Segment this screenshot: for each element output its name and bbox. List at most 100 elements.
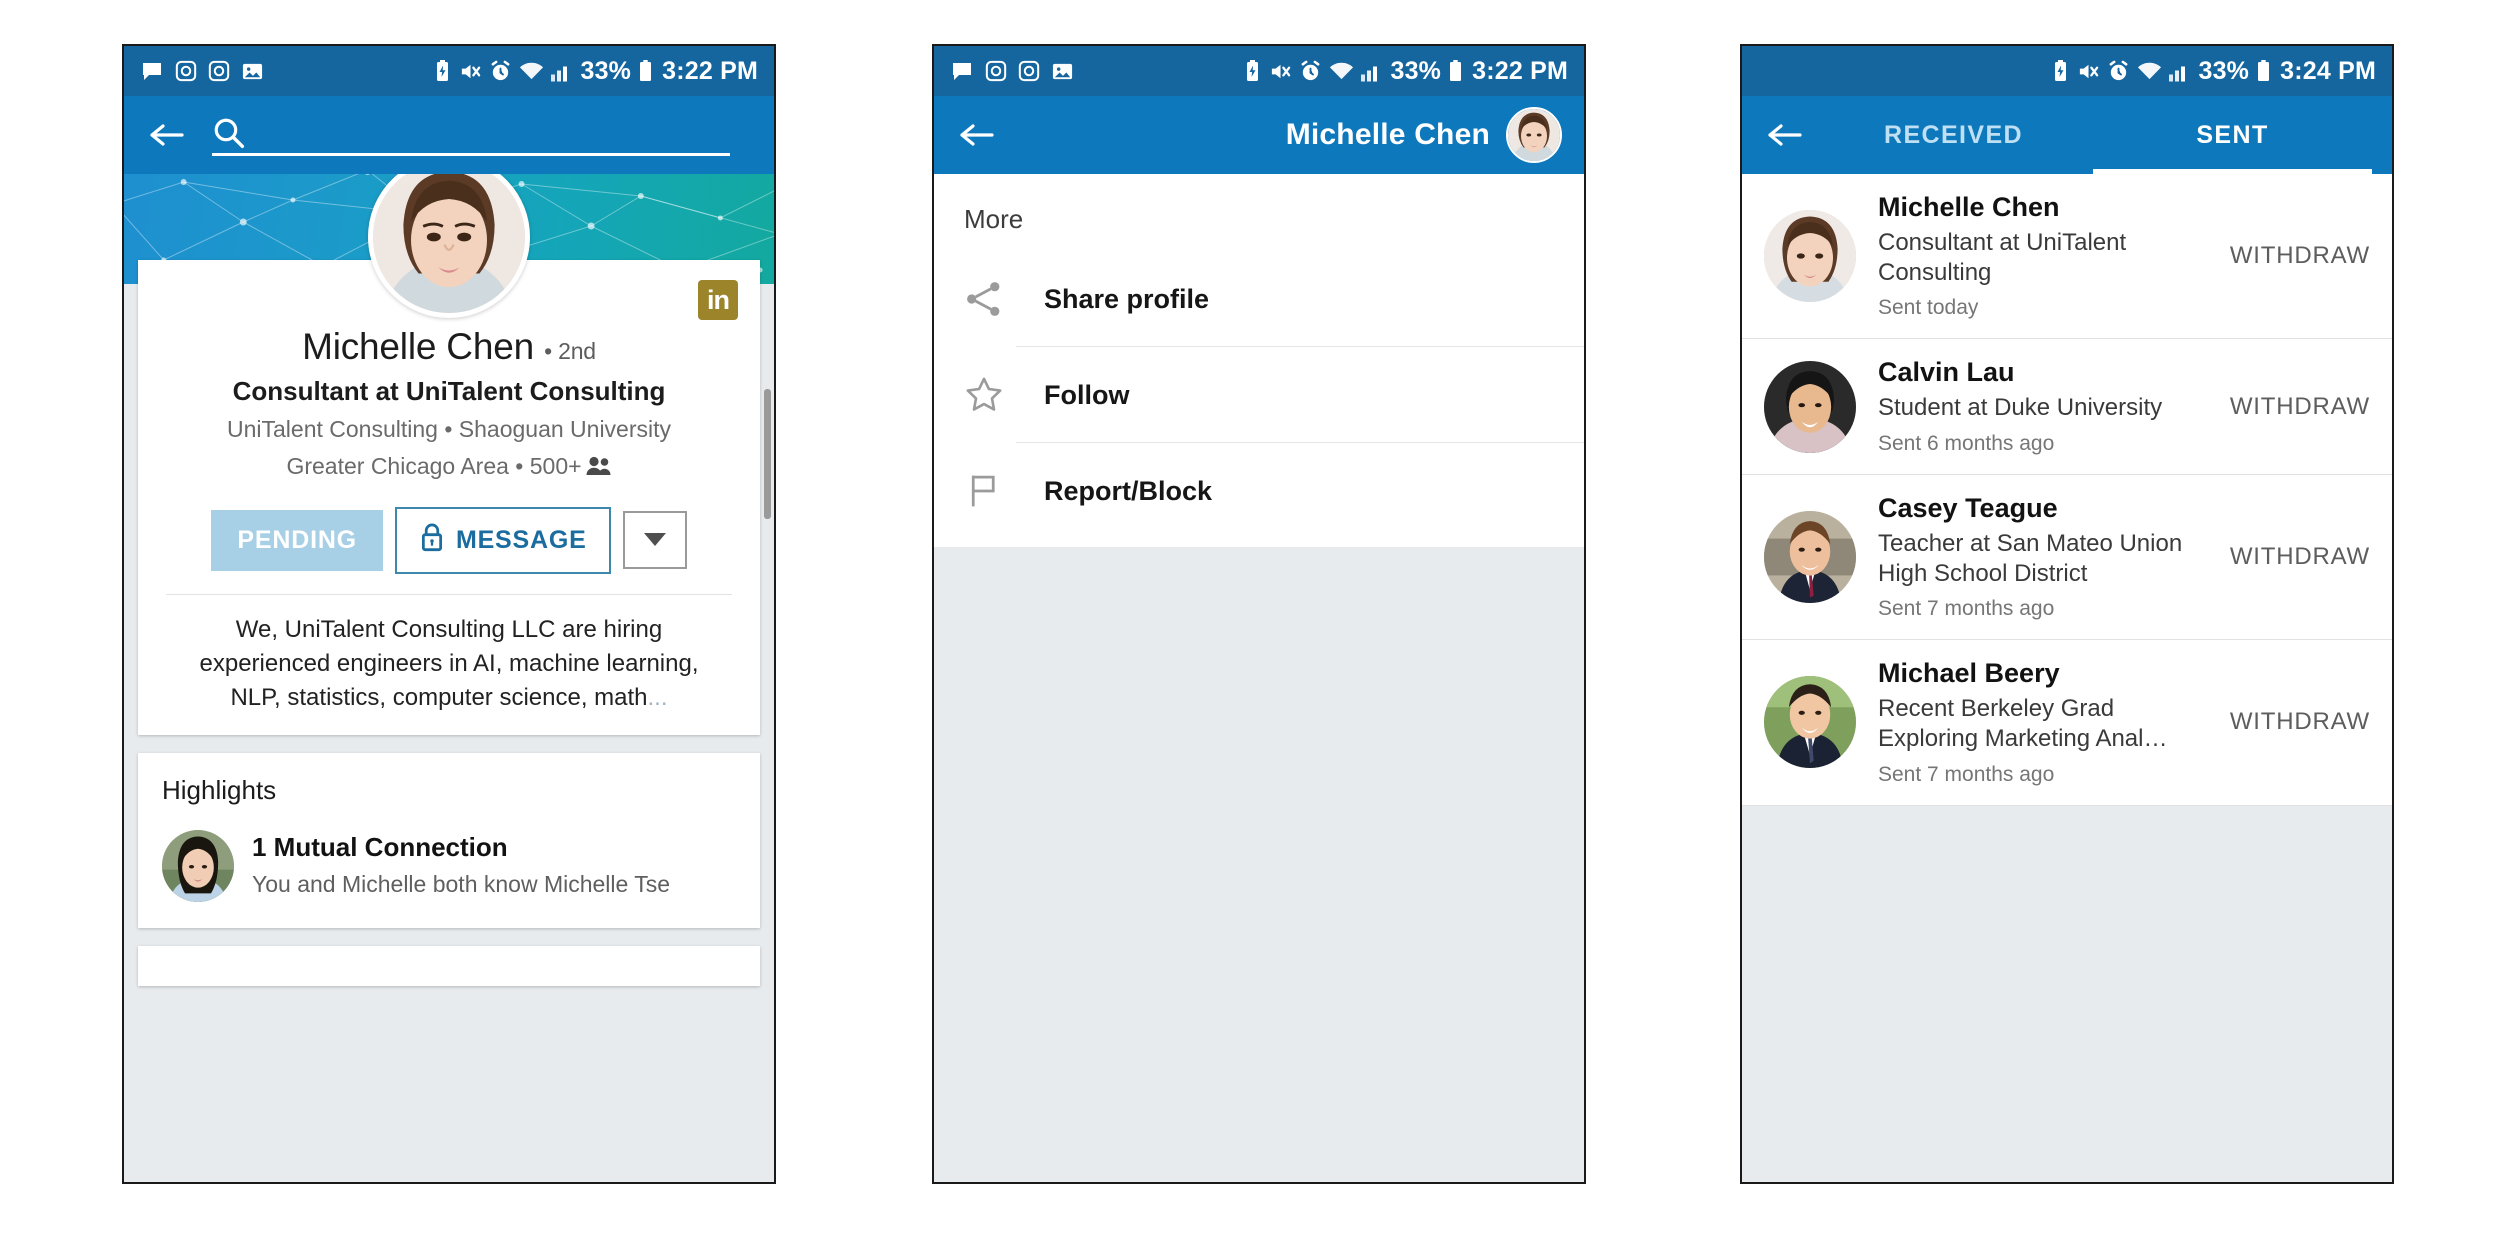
profile-headline: Consultant at UniTalent Consulting <box>232 376 666 406</box>
search-underline <box>212 153 730 156</box>
clock: 3:22 PM <box>662 56 758 85</box>
person-name: Casey Teague <box>1878 492 2058 523</box>
menu-item-label: Follow <box>1044 379 1130 410</box>
invitations-list: Michelle Chen Consultant at UniTalent Co… <box>1742 174 2392 1182</box>
app-bar-avatar[interactable] <box>1506 107 1562 163</box>
withdraw-button[interactable]: WITHDRAW <box>2208 393 2392 421</box>
camera-icon <box>985 60 1007 82</box>
person-name: Calvin Lau <box>1878 357 2015 388</box>
connection-degree: • 2nd <box>544 338 596 364</box>
mutual-connection-avatar <box>162 829 234 902</box>
person-name: Michelle Chen <box>1878 192 2060 222</box>
back-button[interactable] <box>144 112 190 158</box>
menu-item-report-block[interactable]: Report/Block <box>934 443 1584 539</box>
person-title: Recent Berkeley Grad Exploring Marketing… <box>1878 695 2168 753</box>
back-button[interactable] <box>1762 112 1808 158</box>
signal-icon <box>2169 61 2191 82</box>
avatar <box>1764 360 1856 453</box>
status-bar: 33% 3:22 PM <box>934 46 1584 96</box>
alarm-icon <box>2107 60 2130 83</box>
battery-icon <box>1448 59 1463 83</box>
mutual-connection-subtext: You and Michelle both know Michelle Tse <box>252 870 671 897</box>
highlights-card: Highlights 1 Mutual Connection You and M… <box>138 752 760 928</box>
people-icon <box>586 454 612 484</box>
highlights-title: Highlights <box>162 774 277 805</box>
photo-icon <box>241 60 264 83</box>
phone-screen-invitations: 33% 3:24 PM RECEIVED SENT Michelle Chen … <box>1740 44 2394 1184</box>
list-item[interactable]: Michael Beery Recent Berkeley Grad Explo… <box>1742 640 2392 806</box>
pending-button[interactable]: PENDING <box>211 509 383 571</box>
profile-scroll-area[interactable]: in Michelle Chen • 2nd Consultant at Uni… <box>124 174 774 1182</box>
tab-received[interactable]: RECEIVED <box>1814 96 2093 174</box>
app-bar-title: Michelle Chen <box>1285 118 1490 151</box>
status-bar-left-icons <box>140 59 264 83</box>
clock: 3:24 PM <box>2280 56 2376 85</box>
list-item[interactable]: Casey Teague Teacher at San Mateo Union … <box>1742 474 2392 641</box>
star-icon <box>964 375 1020 415</box>
message-button[interactable]: MESSAGE <box>394 506 611 574</box>
status-bar-right-icons: 33% 3:22 PM <box>1243 57 1568 86</box>
avatar <box>1764 510 1856 603</box>
alarm-icon <box>1299 60 1322 83</box>
battery-icon <box>2256 59 2271 83</box>
search-icon <box>212 116 246 155</box>
message-icon <box>140 59 164 83</box>
person-title: Teacher at San Mateo Union High School D… <box>1878 529 2183 587</box>
person-title: Consultant at UniTalent Consulting <box>1878 229 2127 287</box>
battery-saver-icon <box>1243 59 1262 83</box>
lock-icon <box>419 522 445 559</box>
withdraw-button[interactable]: WITHDRAW <box>2208 708 2392 736</box>
signal-icon <box>1361 61 1383 82</box>
clock: 3:22 PM <box>1472 56 1568 85</box>
withdraw-button[interactable]: WITHDRAW <box>2208 543 2392 571</box>
menu-item-label: Share profile <box>1044 283 1210 314</box>
vertical-scrollbar[interactable] <box>764 389 771 519</box>
share-icon <box>964 279 1020 319</box>
list-item[interactable]: Calvin Lau Student at Duke University Se… <box>1742 339 2392 475</box>
app-bar-tabs: RECEIVED SENT <box>1742 96 2392 174</box>
summary-more-ellipsis[interactable]: ... <box>648 684 668 711</box>
person-name: Michael Beery <box>1878 658 2060 689</box>
profile-location-connections: Greater Chicago Area • 500+ <box>138 451 760 484</box>
camera-icon <box>175 60 197 82</box>
tab-sent[interactable]: SENT <box>2093 96 2372 174</box>
battery-icon <box>638 59 653 83</box>
more-menu-body: More Share profile Follow Report/Block <box>934 174 1584 1182</box>
linkedin-badge-icon: in <box>698 280 738 320</box>
app-bar-search <box>124 96 774 174</box>
list-item-text: Calvin Lau Student at Duke University Se… <box>1878 357 2208 455</box>
mutual-connection-item[interactable]: 1 Mutual Connection You and Michelle bot… <box>162 829 736 902</box>
mute-icon <box>459 60 482 83</box>
wifi-icon <box>2137 60 2162 82</box>
chevron-down-icon <box>642 530 668 551</box>
next-section-card-partial <box>138 945 760 986</box>
menu-item-share-profile[interactable]: Share profile <box>934 251 1584 347</box>
sent-timestamp: Sent 7 months ago <box>1878 597 2055 621</box>
status-bar: 33% 3:22 PM <box>124 46 774 96</box>
menu-item-label: Report/Block <box>1044 475 1213 506</box>
wifi-icon <box>519 60 544 82</box>
avatar <box>1764 676 1856 769</box>
mute-icon <box>1269 60 1292 83</box>
profile-action-buttons: PENDING MESSAGE <box>138 506 760 574</box>
flag-icon <box>964 471 1020 511</box>
message-button-label: MESSAGE <box>455 525 587 554</box>
back-button[interactable] <box>954 112 1000 158</box>
list-item[interactable]: Michelle Chen Consultant at UniTalent Co… <box>1742 174 2392 340</box>
mutual-connection-text: 1 Mutual Connection You and Michelle bot… <box>252 830 670 899</box>
avatar <box>1764 210 1856 303</box>
battery-saver-icon <box>433 59 452 83</box>
sent-timestamp: Sent 6 months ago <box>1878 431 2055 455</box>
more-actions-button[interactable] <box>622 511 687 570</box>
status-bar: 33% 3:24 PM <box>1742 46 2392 96</box>
menu-item-follow[interactable]: Follow <box>934 347 1584 443</box>
search-field[interactable] <box>212 106 730 164</box>
tab-bar: RECEIVED SENT <box>1814 96 2372 174</box>
mute-icon <box>2077 60 2100 83</box>
withdraw-button[interactable]: WITHDRAW <box>2208 242 2392 270</box>
battery-percent: 33% <box>1390 56 1442 85</box>
sent-timestamp: Sent 7 months ago <box>1878 762 2055 786</box>
battery-percent: 33% <box>580 56 632 85</box>
status-bar-left-icons <box>950 59 1074 83</box>
profile-name: Michelle Chen <box>302 326 534 367</box>
